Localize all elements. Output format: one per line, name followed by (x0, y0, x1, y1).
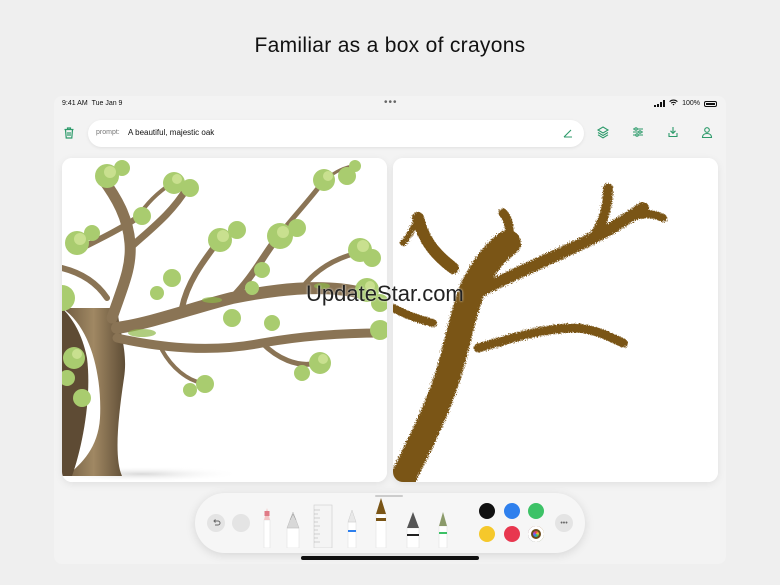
more-button[interactable]: ••• (555, 514, 573, 532)
color-swatch-yellow[interactable] (479, 526, 495, 542)
color-swatch-black[interactable] (479, 503, 495, 519)
color-swatch-green[interactable] (528, 503, 544, 519)
status-right: 100% (654, 99, 717, 108)
pen-icon[interactable] (561, 126, 575, 140)
color-picker-multicolor[interactable] (528, 526, 544, 542)
marker-tool[interactable] (346, 508, 358, 553)
watermark: UpdateStar.com (306, 281, 464, 306)
wifi-icon (669, 99, 678, 108)
layers-icon[interactable] (596, 125, 612, 141)
prompt-input[interactable]: prompt: A beautiful, majestic oak (88, 120, 584, 147)
undo-button[interactable] (207, 514, 225, 532)
prompt-label: prompt: (96, 129, 120, 136)
brush-tool[interactable] (436, 508, 450, 553)
sketch-canvas[interactable] (393, 158, 718, 482)
status-date: Tue Jan 9 (91, 100, 123, 107)
signal-icon (654, 100, 666, 107)
undo-icon (211, 514, 221, 532)
color-swatch-red[interactable] (504, 526, 520, 542)
prompt-value[interactable]: A beautiful, majestic oak (128, 128, 214, 137)
status-time-date: 9:41 AM Tue Jan 9 (62, 100, 122, 107)
sliders-icon[interactable] (631, 125, 647, 141)
ruler-tool[interactable] (313, 504, 333, 553)
drawing-toolbar: ••• (195, 493, 585, 553)
redo-button[interactable] (232, 514, 250, 532)
page-headline: Familiar as a box of crayons (254, 34, 526, 57)
status-time: 9:41 AM (62, 100, 88, 107)
app-window: 9:41 AM Tue Jan 9 ••• 100% prompt: A bea… (54, 96, 726, 564)
multitask-dots[interactable]: ••• (384, 97, 398, 108)
home-indicator[interactable] (301, 556, 479, 560)
download-icon[interactable] (666, 125, 682, 141)
oak-tree-illustration (62, 158, 387, 482)
fountain-tip-tool[interactable] (285, 508, 301, 553)
crayon-tree-drawing (393, 158, 718, 482)
pencil-tool[interactable] (262, 506, 272, 553)
generated-image-panel (62, 158, 387, 482)
trash-icon[interactable] (62, 126, 78, 142)
fountain-pen-tool[interactable] (405, 508, 421, 553)
color-swatch-blue[interactable] (504, 503, 520, 519)
battery-icon (704, 100, 717, 107)
status-bar: 9:41 AM Tue Jan 9 ••• 100% (54, 96, 726, 112)
battery-percent: 100% (682, 100, 700, 107)
person-icon[interactable] (700, 125, 716, 141)
crayon-tool[interactable] (374, 496, 388, 553)
